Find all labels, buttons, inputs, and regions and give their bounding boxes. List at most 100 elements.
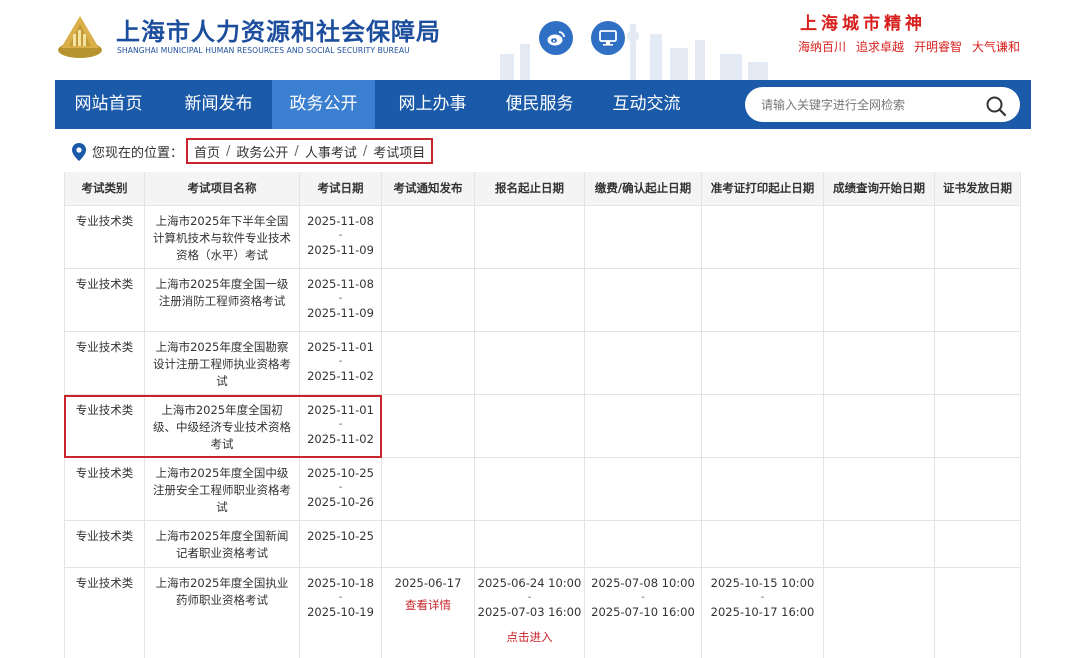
exam-date-cell: 2025-10-18 - 2025-10-19 (299, 566, 382, 658)
exam-name-link[interactable]: 上海市2025年度全国新闻记者职业资格考试 (144, 519, 300, 568)
notice-date: 2025-06-17 (394, 575, 462, 590)
payment-cell (584, 393, 702, 458)
payment-end: 2025-07-10 16:00 (591, 604, 695, 619)
ticket-cell: 2025-10-15 10:00 - 2025-10-17 16:00 (701, 566, 824, 658)
table-row: 专业技术类 上海市2025年度全国中级注册安全工程师职业资格考试 2025-10… (64, 456, 1021, 521)
search-input[interactable] (761, 94, 976, 116)
exam-end-date: 2025-11-09 (307, 305, 374, 320)
table-row: 专业技术类 上海市2025年度全国执业药师职业资格考试 2025-10-18 -… (64, 566, 1021, 658)
site-title[interactable]: 上海市人力资源和社会保障局 (116, 12, 441, 47)
certificate-cell (934, 393, 1021, 458)
score-cell (823, 204, 935, 269)
category-cell: 专业技术类 (64, 566, 145, 658)
view-details-link[interactable]: 查看详情 (382, 597, 474, 614)
registration-cell (474, 456, 585, 521)
column-header: 报名起止日期 (474, 172, 585, 205)
exam-start-date: 2025-11-08 (307, 213, 374, 228)
category-cell: 专业技术类 (64, 519, 145, 568)
main-nav: 网站首页 新闻发布 政务公开 网上办事 便民服务 互动交流 (55, 80, 1031, 129)
breadcrumb: 首页 / 政务公开 / 人事考试 / 考试项目 (186, 138, 434, 164)
registration-cell: 2025-06-24 10:00 - 2025-07-03 16:00 点击进入 (474, 566, 585, 658)
payment-start: 2025-07-08 10:00 (591, 575, 695, 590)
ticket-cell (701, 204, 824, 269)
screen-button[interactable] (591, 21, 625, 55)
ticket-cell (701, 519, 824, 568)
nav-item-convenience[interactable]: 便民服务 (486, 80, 593, 129)
registration-cell (474, 204, 585, 269)
registration-cell (474, 267, 585, 332)
ticket-cell (701, 393, 824, 458)
nav-item-news[interactable]: 新闻发布 (165, 80, 272, 129)
score-cell (823, 330, 935, 395)
site-header: 上海市人力资源和社会保障局 SHANGHAI MUNICIPAL HUMAN R… (0, 0, 1080, 80)
date-dash: - (338, 481, 343, 493)
date-dash: - (338, 229, 343, 241)
breadcrumb-separator: / (226, 143, 231, 159)
weibo-button[interactable] (539, 21, 573, 55)
logo-icon[interactable] (55, 10, 105, 60)
site-subtitle: SHANGHAI MUNICIPAL HUMAN RESOURCES AND S… (117, 46, 410, 55)
exam-date-cell: 2025-11-01 - 2025-11-02 (299, 330, 382, 395)
notice-cell (381, 456, 475, 521)
exam-start-date: 2025-10-25 (307, 465, 374, 480)
exam-name-link[interactable]: 上海市2025年度全国初级、中级经济专业技术资格考试 (144, 393, 300, 458)
exam-start-date: 2025-10-18 (307, 575, 374, 590)
notice-cell (381, 267, 475, 332)
exam-end-date: 2025-10-26 (307, 494, 374, 509)
payment-cell: 2025-07-08 10:00 - 2025-07-10 16:00 (584, 566, 702, 658)
exam-end-date: 2025-10-19 (307, 604, 374, 619)
spirit-item: 开明睿智 (914, 40, 963, 54)
breadcrumb-item-home[interactable]: 首页 (194, 142, 220, 161)
column-header: 缴费/确认起止日期 (584, 172, 702, 205)
date-dash: - (338, 591, 343, 603)
screen-icon (599, 30, 617, 46)
city-spirit-items: 海纳百川 追求卓越 开明睿智 大气谦和 (798, 38, 1020, 55)
location-pin-icon (72, 143, 86, 161)
certificate-cell (934, 204, 1021, 269)
exam-name-link[interactable]: 上海市2025年度全国勘察设计注册工程师执业资格考试 (144, 330, 300, 395)
payment-cell (584, 204, 702, 269)
exam-name-link[interactable]: 上海市2025年下半年全国计算机技术与软件专业技术资格（水平）考试 (144, 204, 300, 269)
exam-start-date: 2025-11-08 (307, 276, 374, 291)
search-box (745, 87, 1020, 122)
column-header: 考试通知发布 (381, 172, 475, 205)
score-cell (823, 566, 935, 658)
exam-date-cell: 2025-10-25 (299, 519, 382, 568)
certificate-cell (934, 456, 1021, 521)
table-row-highlighted: 专业技术类 上海市2025年度全国初级、中级经济专业技术资格考试 2025-11… (64, 393, 1021, 458)
exam-start-date: 2025-11-01 (307, 402, 374, 417)
certificate-cell (934, 267, 1021, 332)
register-link[interactable]: 点击进入 (475, 629, 584, 646)
exam-name-link[interactable]: 上海市2025年度全国执业药师职业资格考试 (144, 566, 300, 658)
spirit-item: 大气谦和 (972, 40, 1021, 54)
exam-end-date: 2025-11-09 (307, 242, 374, 257)
notice-cell (381, 393, 475, 458)
location-label: 您现在的位置： (92, 146, 184, 161)
exam-name-link[interactable]: 上海市2025年度全国一级注册消防工程师资格考试 (144, 267, 300, 332)
certificate-cell (934, 519, 1021, 568)
nav-item-gov-affairs[interactable]: 政务公开 (272, 80, 375, 129)
payment-cell (584, 456, 702, 521)
search-icon[interactable] (985, 95, 1007, 117)
nav-item-interaction[interactable]: 互动交流 (593, 80, 700, 129)
column-header: 考试项目名称 (144, 172, 300, 205)
breadcrumb-item-exams[interactable]: 人事考试 (305, 142, 357, 161)
column-header: 准考证打印起止日期 (701, 172, 824, 205)
nav-item-online-service[interactable]: 网上办事 (379, 80, 486, 129)
notice-cell (381, 204, 475, 269)
table-row: 专业技术类 上海市2025年下半年全国计算机技术与软件专业技术资格（水平）考试 … (64, 204, 1021, 269)
breadcrumb-separator: / (294, 143, 299, 159)
nav-item-home[interactable]: 网站首页 (55, 80, 162, 129)
exam-date-cell: 2025-11-08 - 2025-11-09 (299, 204, 382, 269)
payment-cell (584, 267, 702, 332)
category-cell: 专业技术类 (64, 204, 145, 269)
skyline-image (500, 24, 768, 80)
exam-start-date: 2025-11-01 (307, 339, 374, 354)
breadcrumb-item-gov-affairs[interactable]: 政务公开 (236, 142, 288, 161)
ticket-start: 2025-10-15 10:00 (710, 575, 815, 590)
category-cell: 专业技术类 (64, 330, 145, 395)
breadcrumb-item-exam-projects[interactable]: 考试项目 (373, 142, 425, 161)
exam-date-cell: 2025-10-25 - 2025-10-26 (299, 456, 382, 521)
exam-name-link[interactable]: 上海市2025年度全国中级注册安全工程师职业资格考试 (144, 456, 300, 521)
column-header: 成绩查询开始日期 (823, 172, 935, 205)
